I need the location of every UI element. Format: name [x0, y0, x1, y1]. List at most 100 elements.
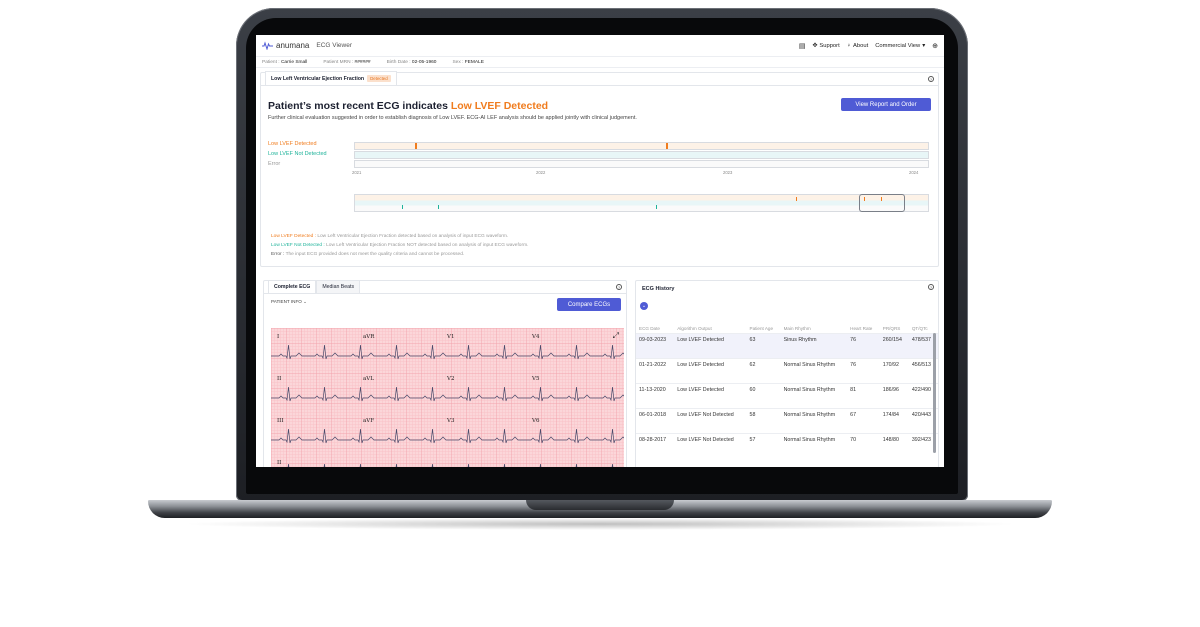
patient-name-label: Patient :: [262, 59, 280, 65]
column-header[interactable]: Main Rhythm: [781, 309, 848, 333]
desc-detected: Low LVEF Detected : Low Left Ventricular…: [271, 234, 508, 239]
year-tick: 2022: [536, 170, 546, 175]
patient-mrn: Patient MRN : ######: [323, 60, 370, 65]
clinical-note: Further clinical evaluation suggested in…: [268, 115, 637, 121]
support-link[interactable]: ✥ Support: [813, 43, 840, 49]
chevron-down-icon: ▾: [922, 42, 926, 49]
history-table: ECG Date Algorithm Output Patient Age Main …: [636, 309, 938, 458]
patient-dob-value: 02-05-1960: [411, 59, 437, 65]
desc-error: Error : The input ECG provided does not …: [271, 252, 464, 257]
table-row[interactable]: 09-03-2023 Low LVEF Detected 63 Sinus Rhyth…: [636, 332, 938, 358]
table-cell-output: Low LVEF Not Detected: [674, 407, 747, 433]
table-row[interactable]: 06-01-2018 Low LVEF Not Detected 58 Normal …: [636, 407, 938, 433]
patient-bar: Patient : Carrie Small Patient MRN : ###…: [256, 57, 944, 68]
view-mode-dropdown[interactable]: Commercial View ▾: [875, 43, 925, 49]
headline-highlight: Low LVEF Detected: [450, 100, 549, 112]
ecg-lead-trace: [271, 428, 624, 444]
patient-name: Patient : Carrie Small: [262, 60, 307, 65]
lead-label: V2: [447, 376, 455, 382]
lead-label: II: [277, 376, 282, 382]
laptop-notch: [526, 500, 674, 510]
table-row[interactable]: 08-28-2017 Low LVEF Not Detected 57 Normal …: [636, 432, 938, 458]
table-cell-date: 06-01-2018: [636, 407, 675, 433]
laptop-frame: anumana ECG Viewer ▤ ✥ Support ♀ About Com…: [0, 0, 1200, 627]
brand-logo[interactable]: anumana: [262, 41, 309, 50]
crosshair-icon[interactable]: ⊕: [932, 42, 938, 50]
table-cell-hr: 76: [847, 332, 880, 358]
tab-lvef[interactable]: Low Left Ventricular Ejection Fraction De…: [265, 71, 397, 85]
lightbulb-icon: ♀: [846, 42, 852, 49]
column-header[interactable]: ECG Date: [636, 309, 674, 333]
year-tick: 2024: [909, 170, 919, 175]
ecg-waveform[interactable]: I aVR V1 V4 II aVL V2 V5 III aVF V3 V6 I…: [271, 328, 624, 467]
help-icon[interactable]: ?: [616, 284, 622, 290]
error-track: [354, 160, 929, 168]
patient-sex: Sex : FEMALE: [452, 60, 483, 65]
lead-label: V4: [532, 334, 540, 340]
table-cell-age: 63: [746, 332, 781, 358]
help-icon[interactable]: ?: [928, 76, 934, 82]
ecg-panel: Complete ECG Median Beats ? PATIENT INFO …: [263, 280, 627, 467]
year-tick: 2021: [352, 170, 362, 175]
tab-complete-ecg[interactable]: Complete ECG: [268, 280, 317, 293]
table-cell-date: 11-13-2020: [636, 382, 675, 408]
desc-error-text: The input ECG provided does not meet the…: [284, 252, 465, 257]
timeline-marker[interactable]: [666, 143, 668, 149]
lead-label: V1: [447, 334, 455, 340]
table-cell-rhythm: Normal Sinus Rhythm: [780, 382, 848, 408]
lead-label: aVL: [363, 376, 374, 382]
lead-label: II: [277, 460, 282, 466]
view-report-button[interactable]: View Report and Order: [841, 98, 931, 111]
column-header[interactable]: Heart Rate: [847, 309, 880, 333]
column-header[interactable]: QT/QTc: [909, 309, 938, 333]
table-cell-rhythm: Normal Sinus Rhythm: [780, 432, 848, 458]
lead-label: V3: [447, 418, 455, 424]
column-header[interactable]: Patient Age: [747, 309, 781, 333]
timeline-marker[interactable]: [415, 143, 417, 149]
lead-label: aVF: [363, 418, 375, 424]
tab-lvef-label: Low Left Ventricular Ejection Fraction: [271, 75, 365, 82]
top-bar: anumana ECG Viewer ▤ ✥ Support ♀ About Com…: [256, 35, 944, 57]
table-cell-prqrs: 148/80: [879, 432, 909, 458]
page-title: Patient’s most recent ECG indicates Low …: [268, 100, 548, 112]
desc-error-term: Error :: [271, 252, 285, 257]
patient-info-toggle[interactable]: PATIENT INFO ⌄: [271, 299, 307, 305]
zoom-window-handle[interactable]: [859, 194, 905, 212]
table-cell-hr: 81: [847, 382, 880, 408]
lead-label: V6: [532, 418, 540, 424]
table-cell-prqrs: 174/84: [879, 407, 909, 433]
desc-detected-text: Low Left Ventricular Ejection Fraction d…: [315, 234, 509, 239]
lvef-panel: Low Left Ventricular Ejection Fraction De…: [260, 71, 939, 267]
patient-mrn-label: Patient MRN :: [323, 59, 354, 65]
history-title: ECG History: [642, 286, 675, 292]
desc-not-detected-text: Low Left Ventricular Ejection Fraction N…: [324, 243, 529, 248]
patient-dob-label: Birth Date :: [386, 59, 411, 65]
table-row[interactable]: 11-13-2020 Low LVEF Detected 60 Normal Sinu…: [636, 382, 938, 408]
table-cell-hr: 70: [847, 432, 880, 458]
about-label: About: [853, 42, 869, 49]
about-link[interactable]: ♀ About: [847, 43, 869, 49]
patient-name-value: Carrie Small: [280, 59, 308, 65]
chevron-down-icon: ⌄: [303, 299, 308, 304]
table-cell-rhythm: Normal Sinus Rhythm: [780, 407, 848, 433]
brand-name: anumana: [276, 41, 310, 50]
overview-marker: [796, 197, 797, 201]
table-cell-date: 01-21-2022: [636, 357, 675, 383]
compare-ecgs-button[interactable]: Compare ECGs: [557, 298, 621, 311]
scrollbar[interactable]: [933, 333, 936, 453]
desc-detected-term: Low LVEF Detected :: [271, 234, 316, 239]
column-header[interactable]: PR/QRS: [880, 309, 909, 333]
table-cell-hr: 67: [847, 407, 880, 433]
table-cell-date: 09-03-2023: [636, 332, 675, 358]
column-header[interactable]: Algorithm Output: [674, 309, 746, 333]
patient-sex-label: Sex :: [452, 59, 464, 65]
expand-icon[interactable]: ⤢: [613, 331, 619, 341]
app-title: ECG Viewer: [316, 42, 353, 49]
tab-median-beats[interactable]: Median Beats: [316, 280, 361, 293]
ecg-trace: [271, 344, 624, 467]
print-icon[interactable]: ▤: [799, 42, 806, 50]
table-cell-date: 08-28-2017: [636, 432, 675, 458]
overview-timeline[interactable]: [354, 194, 929, 212]
help-icon[interactable]: ?: [928, 284, 934, 290]
table-row[interactable]: 01-21-2022 Low LVEF Detected 62 Normal Sinu…: [636, 357, 938, 383]
